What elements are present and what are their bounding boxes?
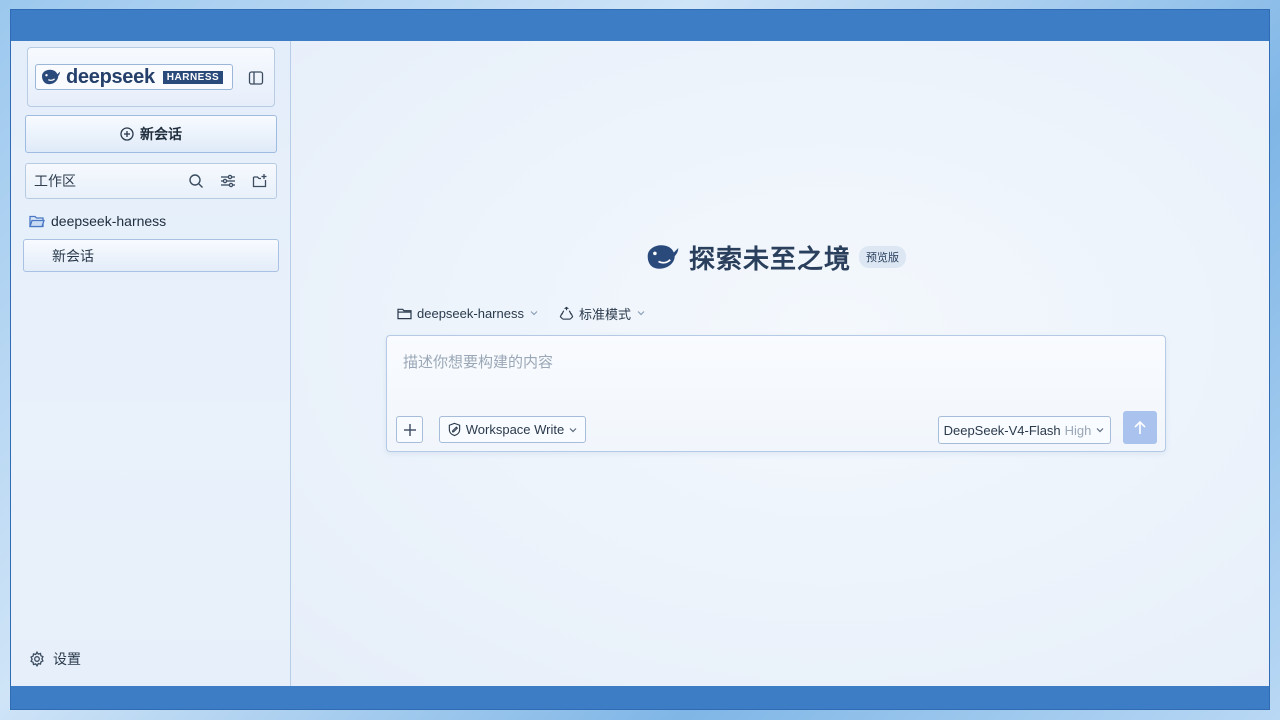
new-chat-label: 新会话: [140, 126, 182, 142]
brand-card: deepseek HARNESS: [27, 47, 275, 107]
context-row: deepseek-harness 标准模式: [397, 302, 660, 324]
brand-name: deepseek: [66, 65, 155, 88]
workspace-bar: 工作区: [25, 163, 277, 199]
sidebar-toggle-icon[interactable]: [246, 68, 266, 88]
session-item[interactable]: 新会话: [23, 239, 279, 272]
sidebar: deepseek HARNESS 新会话 工作区 deepseek-harnes…: [11, 41, 291, 686]
chevron-down-icon: [569, 427, 577, 432]
permission-label: Workspace Write: [465, 422, 565, 437]
chevron-down-icon: [637, 311, 645, 316]
preview-badge: 预览版: [859, 246, 907, 268]
settings-button[interactable]: 设置: [29, 649, 81, 669]
project-selector-label: deepseek-harness: [417, 305, 524, 321]
plus-circle-icon: [120, 127, 134, 141]
chevron-down-icon: [530, 311, 538, 316]
project-selector[interactable]: deepseek-harness: [397, 306, 539, 321]
folder-icon: [397, 308, 412, 319]
whale-logo-icon: [647, 245, 679, 269]
attach-button[interactable]: [396, 416, 423, 443]
send-button[interactable]: [1123, 411, 1157, 444]
app-window: deepseek HARNESS 新会话 工作区 deepseek-harnes…: [11, 41, 1269, 686]
shield-edit-icon: [448, 422, 460, 437]
project-name: deepseek-harness: [51, 213, 167, 229]
hero-title: 探索未至之境: [689, 243, 852, 274]
composer: Workspace Write DeepSeek-V4-Flash High: [386, 335, 1166, 452]
settings-label: 设置: [53, 651, 81, 667]
main-area: 探索未至之境 预览版 deepseek-harness 标准模式 描述你想要构建…: [291, 41, 1269, 686]
model-level: High: [1064, 422, 1092, 438]
model-name: DeepSeek-V4-Flash: [943, 422, 1061, 438]
filter-sliders-icon[interactable]: [212, 169, 244, 193]
mode-selector[interactable]: 标准模式: [559, 304, 646, 323]
brand-badge: HARNESS: [162, 70, 224, 84]
permission-dropdown[interactable]: Workspace Write: [439, 416, 586, 443]
project-folder[interactable]: deepseek-harness: [29, 211, 166, 231]
workspace-label: 工作区: [34, 173, 76, 189]
hero: 探索未至之境 预览版: [645, 239, 907, 275]
mode-selector-label: 标准模式: [578, 306, 631, 322]
plus-icon: [403, 423, 416, 436]
gear-icon: [30, 651, 44, 667]
arrow-up-icon: [1134, 420, 1146, 434]
brand-logo: deepseek HARNESS: [35, 64, 233, 90]
session-label: 新会话: [52, 247, 94, 264]
new-chat-button[interactable]: 新会话: [25, 115, 277, 153]
whale-icon: [42, 69, 60, 85]
model-dropdown[interactable]: DeepSeek-V4-Flash High: [938, 416, 1111, 444]
recycle-mode-icon: [559, 306, 574, 320]
new-folder-icon[interactable]: [244, 169, 276, 193]
folder-open-icon: [29, 215, 45, 228]
search-icon[interactable]: [180, 169, 212, 193]
chevron-down-icon: [1096, 428, 1104, 433]
prompt-input[interactable]: [403, 350, 1143, 374]
